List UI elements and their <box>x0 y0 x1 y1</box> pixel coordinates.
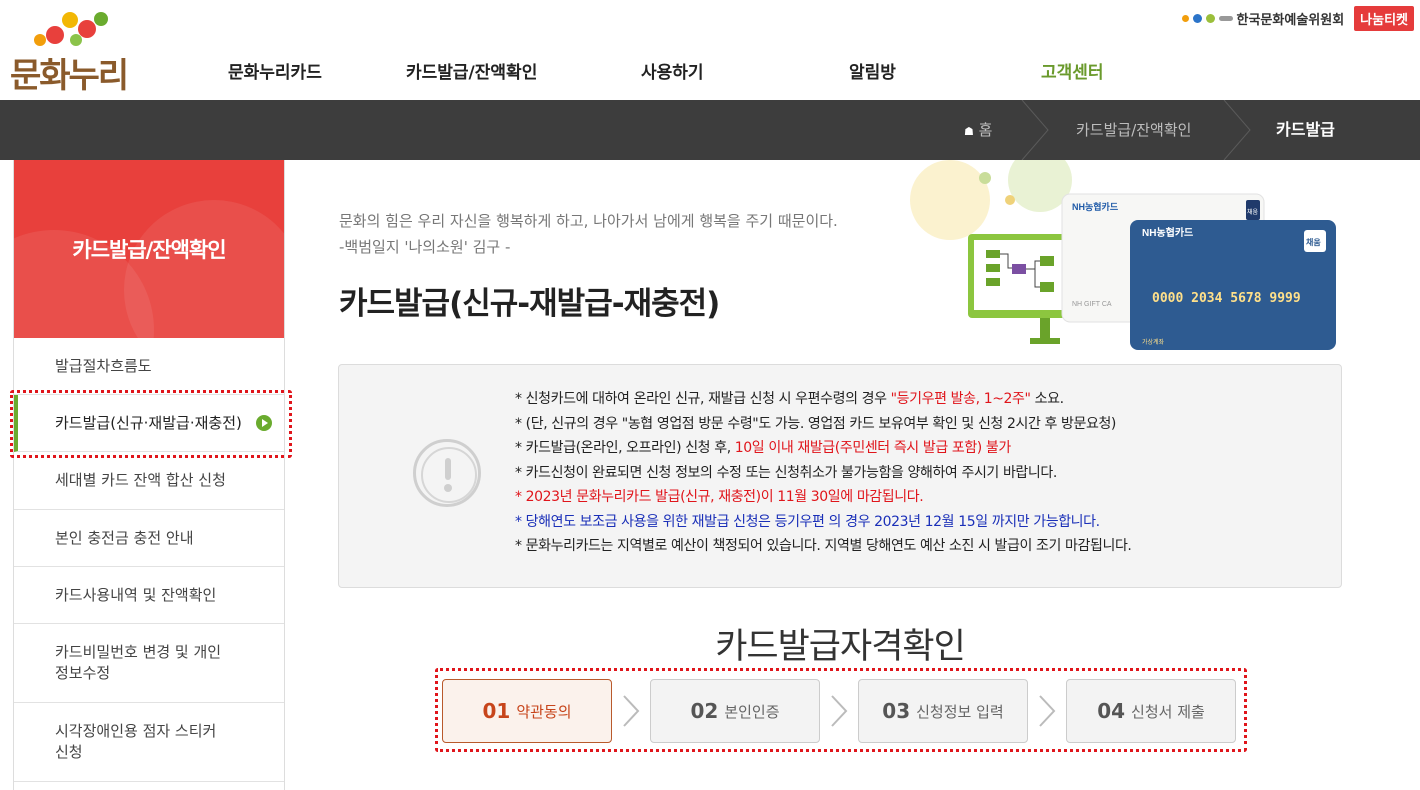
step-arrow-icon <box>831 695 848 727</box>
sidebar-item-label: 카드비밀번호 변경 및 개인정보수정 <box>55 643 222 682</box>
sidebar-item-label: 시각장애인용 점자 스티커 신청 <box>55 722 217 761</box>
sidebar-item-label: 본인 충전금 충전 안내 <box>55 528 194 547</box>
step-number: 01 <box>482 699 511 723</box>
nav-item-customer-center[interactable]: 고객센터 <box>1041 58 1104 83</box>
step-number: 03 <box>882 699 911 723</box>
card-illustration: NH농협카드 채움 NH GIFT CA NH농협카드 채움 0000 2034… <box>890 148 1350 360</box>
arko-label: 한국문화예술위원회 <box>1236 12 1345 28</box>
arko-logo-icon-4 <box>1218 15 1233 21</box>
step-submit-application[interactable]: 04 신청서 제출 <box>1066 679 1236 743</box>
card-front-holder: 가상계좌 <box>1142 338 1165 346</box>
nav-item-card-issue[interactable]: 카드발급/잔액확인 <box>406 58 537 83</box>
arko-logo-icon <box>1181 14 1189 22</box>
nanum-ticket-link[interactable]: 나눔티켓 <box>1354 5 1414 31</box>
notice-line-6: * 당해연도 보조금 사용을 위한 재발급 신청은 등기우편 의 경우 2023… <box>515 513 1100 530</box>
nav-item-notice-board[interactable]: 알림방 <box>849 58 896 83</box>
home-icon: ☗ <box>964 125 974 138</box>
site-logo[interactable]: 문화누리 <box>10 8 150 96</box>
sidebar-item-self-charge[interactable]: 본인 충전금 충전 안내 <box>14 510 284 567</box>
notice-line-3: * 카드발급(온라인, 오프라인) 신청 후, 10일 이내 재발급(주민센터 … <box>515 440 1011 456</box>
sidebar-item-label: 발급절차흐름도 <box>55 356 152 375</box>
logo-text: 문화누리 <box>10 56 129 96</box>
card-back-badge: 채움 <box>1247 208 1259 216</box>
breadcrumb-current: 카드발급 <box>1276 120 1335 139</box>
arrow-right-circle-icon <box>256 415 272 431</box>
card-front-badge: 채움 <box>1306 237 1321 247</box>
step-label: 약관동의 <box>516 702 572 721</box>
notice-line-5: * 2023년 문화누리카드 발급(신규, 재충전)이 11월 30일에 마감됩… <box>515 489 924 505</box>
step-label: 본인인증 <box>724 702 780 721</box>
arko-logo-icon-2 <box>1192 13 1202 23</box>
notice-box: * 신청카드에 대하여 온라인 신규, 재발급 신청 시 우편수령의 경우 "등… <box>338 364 1342 588</box>
step-label: 신청정보 입력 <box>916 702 1004 721</box>
sidebar-title: 카드발급/잔액확인 <box>72 238 226 262</box>
breadcrumb-home-label: 홈 <box>978 121 993 139</box>
sidebar-item-issue-flow[interactable]: 발급절차흐름도 <box>14 338 284 395</box>
sidebar-item-label: 카드발급(신규·재발급·재충전) <box>55 413 242 432</box>
quote-line-2: -백범일지 '나의소원' 김구 - <box>339 238 511 256</box>
nav-item-munhwanuri-card[interactable]: 문화누리카드 <box>228 58 322 83</box>
card-front-brand: NH농협카드 <box>1142 226 1193 239</box>
notice-list: * 신청카드에 대하여 온라인 신규, 재발급 신청 시 우편수령의 경우 "등… <box>515 387 1335 559</box>
step-terms-agreement[interactable]: 01 약관동의 <box>442 679 612 743</box>
card-back-gift: NH GIFT CA <box>1072 301 1112 308</box>
step-number: 02 <box>690 699 719 723</box>
step-number: 04 <box>1097 699 1126 723</box>
sidebar-item-label: 카드사용내역 및 잔액확인 <box>55 585 217 604</box>
nav-item-usage[interactable]: 사용하기 <box>641 58 704 83</box>
breadcrumb-separator-icon <box>1223 100 1251 160</box>
card-illustration-graphic: NH농협카드 채움 NH GIFT CA NH농협카드 채움 0000 2034… <box>910 148 1336 350</box>
arko-logo-icon-3 <box>1205 13 1215 23</box>
breadcrumb-level1[interactable]: 카드발급/잔액확인 <box>1076 100 1191 160</box>
notice-line-2: * (단, 신규의 경우 "농협 영업점 방문 수령"도 가능. 영업점 카드 … <box>515 415 1116 432</box>
step-identity-verify[interactable]: 02 본인인증 <box>650 679 820 743</box>
notice-line-7: * 문화누리카드는 지역별로 예산이 책정되어 있습니다. 지역별 당해연도 예… <box>515 538 1132 554</box>
breadcrumb: ☗ 홈 카드발급/잔액확인 카드발급 <box>0 100 1420 160</box>
notice-line-1: * 신청카드에 대하여 온라인 신규, 재발급 신청 시 우편수령의 경우 "등… <box>515 391 1064 407</box>
sidebar-header: 카드발급/잔액확인 <box>14 160 284 338</box>
sidebar-item-card-issue[interactable]: 카드발급(신규·재발급·재충전) <box>14 395 284 452</box>
main-nav: 문화누리카드 카드발급/잔액확인 사용하기 알림방 고객센터 <box>196 58 1136 88</box>
page-title: 카드발급(신규-재발급-재충전) <box>339 286 720 322</box>
card-front-number: 0000 2034 5678 9999 <box>1152 291 1301 306</box>
section-title: 카드발급자격확인 <box>715 627 966 667</box>
step-arrow-icon <box>1039 695 1056 727</box>
sidebar: 카드발급/잔액확인 발급절차흐름도 카드발급(신규·재발급·재충전) 세대별 카… <box>13 160 285 790</box>
arko-link[interactable]: 한국문화예술위원회 <box>1181 9 1345 28</box>
top-utility: 한국문화예술위원회 나눔티켓 <box>1181 5 1414 31</box>
card-back-brand: NH농협카드 <box>1072 201 1119 212</box>
step-label: 신청서 제출 <box>1131 702 1205 721</box>
breadcrumb-home[interactable]: ☗ 홈 <box>964 100 992 160</box>
sidebar-item-braille-sticker[interactable]: 시각장애인용 점자 스티커 신청 <box>14 703 284 782</box>
sidebar-item-usage-balance[interactable]: 카드사용내역 및 잔액확인 <box>14 567 284 624</box>
sidebar-item-password-info[interactable]: 카드비밀번호 변경 및 개인정보수정 <box>14 624 284 703</box>
step-arrow-icon <box>623 695 640 727</box>
notice-line-4: * 카드신청이 완료되면 신청 정보의 수정 또는 신청취소가 불가능함을 양해… <box>515 464 1057 481</box>
quote: 문화의 힘은 우리 자신을 행복하게 하고, 나아가서 남에게 행복을 주기 때… <box>339 208 838 260</box>
sidebar-item-label: 세대별 카드 잔액 합산 신청 <box>55 471 226 489</box>
site-header: 문화누리 문화누리카드 카드발급/잔액확인 사용하기 알림방 고객센터 한국문화… <box>0 0 1420 100</box>
exclamation-circle-icon <box>413 439 481 507</box>
quote-line-1: 문화의 힘은 우리 자신을 행복하게 하고, 나아가서 남에게 행복을 주기 때… <box>339 212 838 230</box>
step-application-info[interactable]: 03 신청정보 입력 <box>858 679 1028 743</box>
breadcrumb-separator-icon <box>1021 100 1049 160</box>
sidebar-item-household-balance[interactable]: 세대별 카드 잔액 합산 신청 <box>14 452 284 510</box>
